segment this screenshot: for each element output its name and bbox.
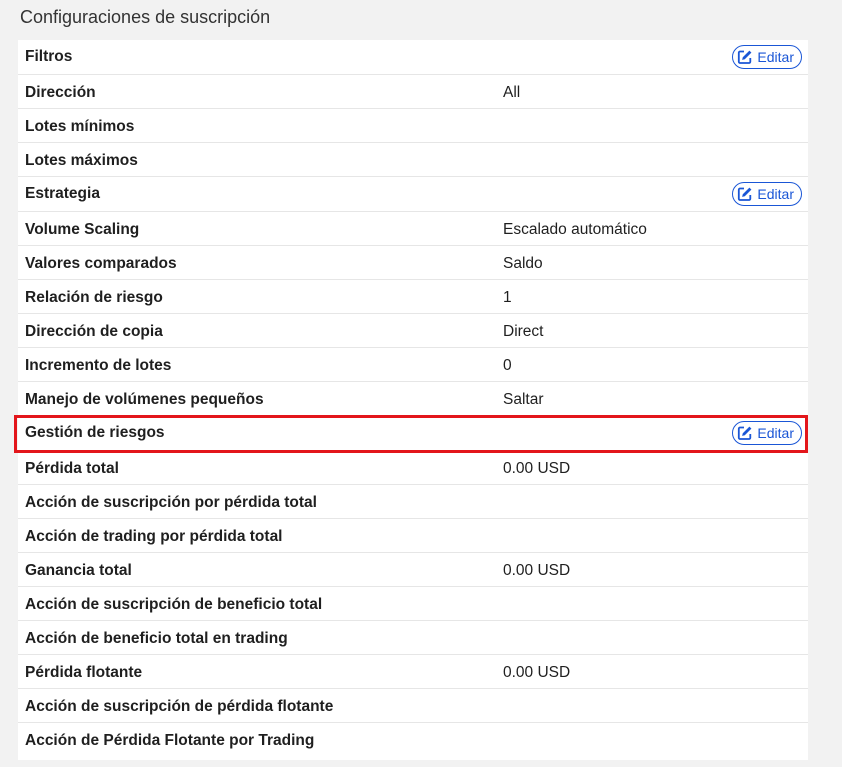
table-row: Manejo de volúmenes pequeños Saltar — [18, 382, 808, 416]
edit-strategy-button[interactable]: Editar — [732, 182, 802, 206]
table-row: Dirección All — [18, 75, 808, 109]
table-row: Pérdida flotante 0.00 USD — [18, 655, 808, 689]
edit-filters-button[interactable]: Editar — [732, 45, 802, 69]
table-row: Acción de suscripción de beneficio total — [18, 587, 808, 621]
row-value: 1 — [503, 289, 512, 306]
row-label: Acción de suscripción de pérdida flotant… — [25, 698, 334, 715]
table-row: Volume Scaling Escalado automático — [18, 212, 808, 246]
table-row: Pérdida total 0.00 USD — [18, 451, 808, 485]
table-row: Incremento de lotes 0 — [18, 348, 808, 382]
section-label: Filtros — [25, 48, 73, 65]
row-value: 0.00 USD — [503, 562, 571, 579]
subscription-settings-panel: Filtros Editar Dirección All Lotes mínim… — [14, 40, 808, 760]
table-row: Acción de trading por pérdida total — [18, 519, 808, 553]
table-row: Lotes máximos — [18, 143, 808, 177]
section-header-filters: Filtros Editar — [18, 40, 808, 75]
row-value: 0 — [503, 357, 512, 374]
edit-icon — [738, 187, 752, 201]
table-row: Lotes mínimos — [18, 109, 808, 143]
section-label: Gestión de riesgos — [25, 424, 165, 441]
table-row: Relación de riesgo 1 — [18, 280, 808, 314]
table-row: Dirección de copia Direct — [18, 314, 808, 348]
row-label: Acción de suscripción por pérdida total — [25, 494, 317, 511]
row-value: All — [503, 84, 521, 101]
row-label: Dirección de copia — [25, 323, 163, 340]
section-header-strategy: Estrategia Editar — [18, 177, 808, 212]
edit-button-label: Editar — [757, 425, 794, 441]
edit-button-label: Editar — [757, 49, 794, 65]
row-label: Lotes máximos — [25, 152, 138, 169]
row-value: Escalado automático — [503, 221, 647, 238]
row-label: Acción de beneficio total en trading — [25, 630, 288, 647]
row-label: Ganancia total — [25, 562, 132, 579]
table-row: Valores comparados Saldo — [18, 246, 808, 280]
row-label: Incremento de lotes — [25, 357, 172, 374]
edit-icon — [738, 50, 752, 64]
row-label: Acción de suscripción de beneficio total — [25, 596, 323, 613]
row-value: Saltar — [503, 391, 544, 408]
row-label: Pérdida total — [25, 460, 119, 477]
table-row: Acción de beneficio total en trading — [18, 621, 808, 655]
row-label: Valores comparados — [25, 255, 177, 272]
row-label: Lotes mínimos — [25, 118, 135, 135]
edit-icon — [738, 426, 752, 440]
row-value: 0.00 USD — [503, 460, 571, 477]
table-row: Acción de Pérdida Flotante por Trading — [18, 723, 808, 757]
row-label: Manejo de volúmenes pequeños — [25, 391, 264, 408]
table-row: Ganancia total 0.00 USD — [18, 553, 808, 587]
table-row: Acción de suscripción por pérdida total — [18, 485, 808, 519]
row-value: Saldo — [503, 255, 543, 272]
row-label: Acción de trading por pérdida total — [25, 528, 283, 545]
section-label: Estrategia — [25, 185, 100, 202]
page-title: Configuraciones de suscripción — [20, 7, 271, 27]
section-header-risk-management: Gestión de riesgos Editar — [14, 415, 808, 453]
row-label: Volume Scaling — [25, 221, 140, 238]
row-label: Acción de Pérdida Flotante por Trading — [25, 732, 315, 749]
row-label: Dirección — [25, 84, 96, 101]
row-label: Relación de riesgo — [25, 289, 163, 306]
row-value: 0.00 USD — [503, 664, 571, 681]
table-row: Acción de suscripción de pérdida flotant… — [18, 689, 808, 723]
edit-button-label: Editar — [757, 186, 794, 202]
edit-risk-management-button[interactable]: Editar — [732, 421, 802, 445]
row-value: Direct — [503, 323, 544, 340]
row-label: Pérdida flotante — [25, 664, 143, 681]
